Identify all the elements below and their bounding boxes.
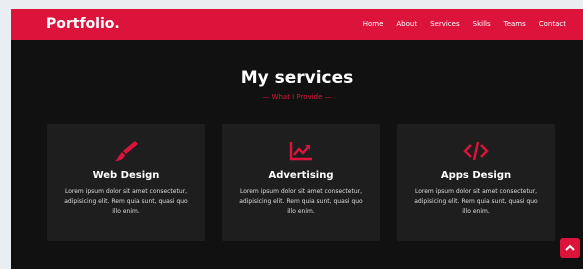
paint-brush-icon	[115, 141, 138, 161]
nav-item-services[interactable]: Services	[430, 19, 460, 29]
card-text: Lorem ipsum dolor sit amet consectetur, …	[239, 188, 363, 215]
section-title: My services	[240, 68, 354, 88]
card-text: Lorem ipsum dolor sit amet consectetur, …	[414, 188, 538, 215]
service-card-web-design: Web Design Lorem ipsum dolor sit amet co…	[47, 124, 205, 241]
nav-item-teams[interactable]: Teams	[504, 19, 526, 29]
nav-item-skills[interactable]: Skills	[473, 19, 491, 29]
scroll-top-button[interactable]	[560, 238, 580, 258]
service-card-apps-design: Apps Design Lorem ipsum dolor sit amet c…	[397, 124, 555, 241]
services-cards: Web Design Lorem ipsum dolor sit amet co…	[47, 124, 555, 241]
code-icon	[463, 141, 489, 161]
card-text: Lorem ipsum dolor sit amet consectetur, …	[64, 188, 188, 215]
service-card-advertising: Advertising Lorem ipsum dolor sit amet c…	[222, 124, 380, 241]
card-title: Web Design	[92, 170, 160, 181]
brand-logo[interactable]: Portfolio.	[46, 15, 120, 33]
navbar: Portfolio. Home About Services Skills Te…	[11, 9, 583, 40]
chart-line-icon	[289, 142, 312, 161]
section-subtitle: — What I Provide —	[262, 93, 332, 101]
nav-item-contact[interactable]: Contact	[539, 19, 566, 29]
nav-item-home[interactable]: Home	[363, 19, 384, 29]
page-frame: Portfolio. Home About Services Skills Te…	[11, 9, 583, 269]
nav-menu: Home About Services Skills Teams Contact	[363, 19, 566, 29]
nav-item-about[interactable]: About	[396, 19, 417, 29]
chevron-up-icon	[565, 244, 575, 251]
card-title: Advertising	[268, 170, 334, 181]
card-title: Apps Design	[440, 170, 512, 181]
